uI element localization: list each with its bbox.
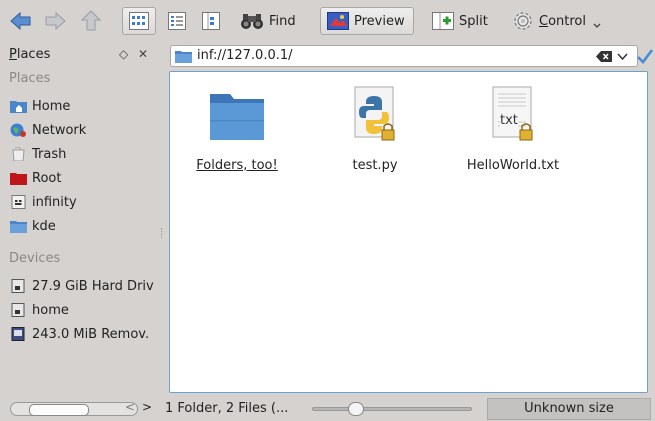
details-view-button[interactable]: [164, 8, 190, 34]
sidebar-item-hard-drive[interactable]: 27.9 GiB Hard Driv: [10, 275, 160, 297]
zoom-slider-track: [312, 407, 472, 411]
sidebar-item-home-device[interactable]: home: [10, 299, 160, 321]
sidebar-item-label: home: [32, 302, 69, 318]
split-icon: [432, 12, 454, 30]
scroll-left-icon[interactable]: <: [125, 400, 135, 414]
clear-text-icon[interactable]: [596, 51, 612, 62]
control-label: Control: [539, 14, 586, 29]
places-scrollbar[interactable]: [10, 402, 138, 416]
network-globe-icon: [10, 123, 27, 137]
file-name: HelloWorld.txt: [466, 158, 560, 173]
preview-label: Preview: [354, 13, 405, 29]
columns-view-icon: [202, 12, 220, 30]
sidebar-item-home[interactable]: Home: [10, 95, 160, 117]
find-button[interactable]: Find: [240, 8, 296, 34]
location-input[interactable]: inf://127.0.0.1/: [197, 48, 293, 63]
file-item-folder[interactable]: Folders, too!: [182, 82, 292, 182]
trash-icon: [10, 146, 27, 162]
splitter-handle[interactable]: [161, 228, 164, 238]
find-label: Find: [269, 13, 296, 29]
file-name: Folders, too!: [196, 158, 278, 173]
folder-icon: [10, 219, 27, 233]
sidebar-item-label: 27.9 GiB Hard Driv: [32, 278, 154, 294]
places-panel-title: Places: [9, 47, 51, 62]
sidebar-item-label: Home: [32, 98, 71, 114]
sidebar-item-removable[interactable]: 243.0 MiB Remov.: [10, 323, 160, 345]
places-panel: Places ◇ ✕ Places Home Network Trash Roo…: [4, 44, 162, 394]
location-bar[interactable]: inf://127.0.0.1/: [170, 45, 638, 67]
icons-view-button[interactable]: [122, 7, 156, 35]
checkmark-icon[interactable]: [637, 48, 653, 64]
free-space-indicator: Unknown size: [487, 398, 651, 420]
status-summary: 1 Folder, 2 Files (...: [165, 401, 289, 416]
scrollbar-thumb[interactable]: [29, 404, 89, 416]
sidebar-item-infinity[interactable]: infinity: [10, 191, 160, 213]
folder-icon: [210, 94, 264, 140]
gear-icon: [514, 12, 532, 30]
hard-drive-icon: [10, 279, 27, 293]
sidebar-item-trash[interactable]: Trash: [10, 143, 160, 165]
float-panel-icon[interactable]: ◇: [119, 47, 128, 61]
preview-icon: [327, 12, 349, 30]
sidebar-item-label: 243.0 MiB Remov.: [32, 326, 150, 342]
control-mnemonic: C: [539, 13, 549, 29]
status-bar: < > 1 Folder, 2 Files (... Unknown size: [0, 396, 655, 421]
host-icon: [10, 195, 27, 209]
control-rest: ontrol: [548, 13, 586, 29]
back-button[interactable]: [10, 8, 36, 34]
home-folder-icon: [10, 99, 27, 113]
sidebar-item-network[interactable]: Network: [10, 119, 160, 141]
split-label: Split: [459, 13, 488, 29]
zoom-slider-handle[interactable]: [348, 402, 364, 416]
close-icon[interactable]: ✕: [138, 47, 148, 61]
sidebar-item-label: infinity: [32, 194, 77, 210]
sidebar-item-kde[interactable]: kde: [10, 215, 160, 237]
folder-icon: [175, 51, 192, 63]
binoculars-icon: [241, 14, 263, 29]
scroll-right-icon[interactable]: >: [142, 400, 152, 414]
up-button[interactable]: [80, 8, 106, 34]
arrow-left-icon: [10, 11, 31, 31]
sidebar-item-label: kde: [32, 218, 56, 234]
sidebar-item-root[interactable]: Root: [10, 167, 160, 189]
details-view-icon: [168, 12, 186, 30]
file-view[interactable]: Folders, too! test.py txt HelloWorld.txt: [169, 71, 648, 393]
python-file-icon: [354, 86, 395, 141]
split-button[interactable]: Split: [432, 8, 488, 34]
zoom-slider[interactable]: [312, 402, 472, 416]
sidebar-item-label: Root: [32, 170, 62, 186]
root-folder-icon: [10, 171, 27, 185]
file-item-text[interactable]: txt HelloWorld.txt: [458, 82, 568, 182]
devices-section-header: Devices: [9, 251, 61, 266]
columns-view-button[interactable]: [198, 8, 224, 34]
hard-drive-icon: [10, 303, 27, 317]
arrow-up-icon: [80, 10, 102, 31]
toolbar: Find Preview Split Control: [0, 0, 655, 44]
forward-button[interactable]: [44, 8, 70, 34]
places-section-header: Places: [9, 71, 51, 86]
sidebar-item-label: Trash: [32, 146, 67, 162]
control-button[interactable]: Control: [512, 8, 602, 34]
preview-button[interactable]: Preview: [320, 7, 414, 35]
chevron-down-icon: [593, 23, 601, 28]
removable-drive-icon: [10, 327, 27, 341]
icons-view-icon: [129, 12, 149, 30]
chevron-down-icon[interactable]: [617, 52, 628, 61]
file-item-python[interactable]: test.py: [320, 82, 430, 182]
arrow-right-icon: [45, 11, 66, 31]
sidebar-item-label: Network: [32, 122, 87, 138]
file-name: test.py: [352, 158, 398, 173]
file-type-badge: txt: [500, 113, 518, 128]
